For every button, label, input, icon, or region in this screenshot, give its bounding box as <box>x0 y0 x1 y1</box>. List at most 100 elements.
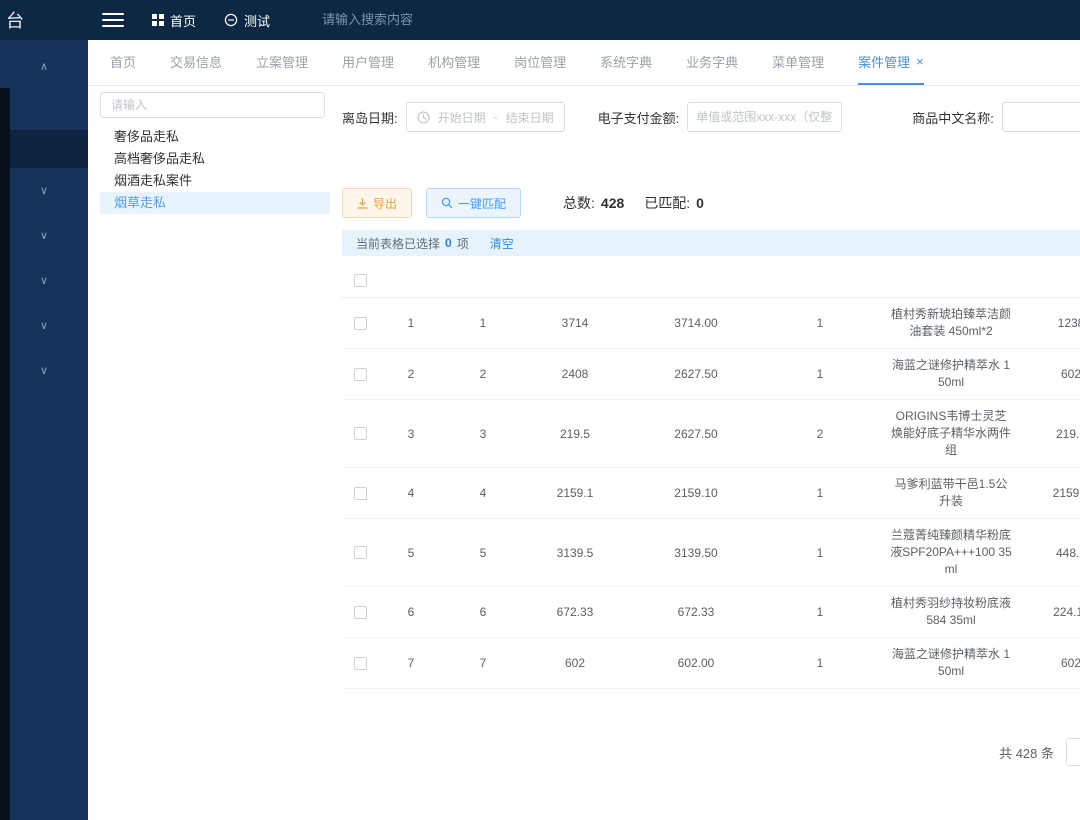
topbar: 台 首页 测试 <box>0 0 1080 40</box>
total-label: 总数: <box>563 193 595 213</box>
cell-code: 4 <box>444 486 522 500</box>
row-checkbox[interactable] <box>354 657 367 670</box>
chevron-down-icon: ∨ <box>40 364 48 377</box>
tree-item[interactable]: 烟草走私 <box>100 192 330 214</box>
pagination: 共 428 条 <box>342 738 1080 766</box>
cell-total-price: 2408 <box>522 367 628 381</box>
tree-item-label: 高档奢侈品走私 <box>114 151 205 166</box>
sidebar-active-item[interactable] <box>0 130 88 168</box>
cell-total-price: 219.5 <box>522 427 628 441</box>
tab[interactable]: 案件管理 × <box>858 40 924 85</box>
tab[interactable]: 立案管理 <box>256 40 308 85</box>
date-end-placeholder[interactable]: 结束日期 <box>506 109 554 126</box>
matched-value: 0 <box>696 195 704 211</box>
topbar-nav-test-label: 测试 <box>244 11 270 30</box>
tree-search-input[interactable] <box>100 92 325 118</box>
export-button[interactable]: 导出 <box>342 188 412 218</box>
payment-amount-input[interactable] <box>687 102 842 132</box>
topbar-nav-home-label: 首页 <box>170 11 196 30</box>
amount-filter-label: 电子支付金额: <box>598 108 680 127</box>
sidebar-group[interactable]: ∨ <box>0 168 88 213</box>
tab[interactable]: 业务字典 <box>686 40 738 85</box>
row-checkbox[interactable] <box>354 606 367 619</box>
table-row[interactable]: 7 7 602 602.00 1 海蓝之谜修护精萃水 150ml 602 <box>342 638 1080 689</box>
topbar-nav-test[interactable]: 测试 <box>224 11 270 30</box>
cell-product-seq: 2 <box>764 427 876 441</box>
table-row[interactable]: 1 1 3714 3714.00 1 植村秀新琥珀臻萃洁颜油套装 450ml*2… <box>342 298 1080 349</box>
tab-label: 菜单管理 <box>772 52 824 71</box>
one-click-match-button[interactable]: 一键匹配 <box>426 188 521 218</box>
cell-payment-amount: 3714.00 <box>628 316 764 330</box>
tab-close-icon[interactable]: × <box>916 54 924 69</box>
row-checkbox[interactable] <box>354 368 367 381</box>
selection-info-bar: 当前表格已选择 0 项 清空 <box>342 230 1080 256</box>
tab[interactable]: 机构管理 <box>428 40 480 85</box>
row-checkbox[interactable] <box>354 546 367 559</box>
tree-item[interactable]: 高档奢侈品走私 <box>100 148 330 170</box>
tab-bar: 首页 交易信息 立案管理 用户管理 机构管理 岗位管理 <box>88 40 1080 86</box>
select-all-checkbox[interactable] <box>354 274 367 287</box>
tree-item-label: 烟草走私 <box>114 195 166 210</box>
table-row[interactable]: 3 3 219.5 2627.50 2 ORIGINS韦博士灵芝焕能好底子精华水… <box>342 400 1080 468</box>
tab-label: 首页 <box>110 52 136 71</box>
cell-unit-price: 219.5 <box>1026 427 1080 441</box>
tab[interactable]: 用户管理 <box>342 40 394 85</box>
product-name-input[interactable] <box>1002 102 1080 132</box>
toolbar: 导出 一键匹配 总数: 428 已匹配: 0 <box>342 188 1080 218</box>
date-start-placeholder[interactable]: 开始日期 <box>438 109 486 126</box>
tab-label: 系统字典 <box>600 52 652 71</box>
tab[interactable]: 系统字典 <box>600 40 652 85</box>
hamburger-menu-icon[interactable] <box>102 13 124 27</box>
table-row[interactable]: 4 4 2159.1 2159.10 1 马爹利蓝带干邑1.5公升装 2159.… <box>342 468 1080 519</box>
matched-label: 已匹配: <box>644 193 690 213</box>
cell-product-seq: 1 <box>764 605 876 619</box>
topbar-search-input[interactable] <box>322 12 502 27</box>
tab-label: 交易信息 <box>170 52 222 71</box>
minus-circle-icon <box>224 13 238 27</box>
table-row[interactable]: 2 2 2408 2627.50 1 海蓝之谜修护精萃水 150ml 602 <box>342 349 1080 400</box>
tab[interactable]: 交易信息 <box>170 40 222 85</box>
table-body: 1 1 3714 3714.00 1 植村秀新琥珀臻萃洁颜油套装 450ml*2… <box>342 298 1080 700</box>
cell-index: 7 <box>378 656 444 670</box>
table-row[interactable]: 5 5 3139.5 3139.50 1 兰蔻菁纯臻颜精华粉底液SPF20PA+… <box>342 519 1080 587</box>
tree-item[interactable]: 奢侈品走私 <box>100 126 330 148</box>
grid-icon <box>152 14 164 26</box>
cell-code: 7 <box>444 656 522 670</box>
sidebar-group[interactable]: ∨ <box>0 303 88 348</box>
sidebar-group[interactable]: ∨ <box>0 348 88 393</box>
topbar-nav-home[interactable]: 首页 <box>152 11 196 30</box>
cell-index: 2 <box>378 367 444 381</box>
cell-product-name: 海蓝之谜修护精萃水 150ml <box>876 638 1026 688</box>
cell-product-seq: 1 <box>764 316 876 330</box>
chevron-down-icon: ∨ <box>40 229 48 242</box>
topbar-search <box>322 11 502 29</box>
row-checkbox[interactable] <box>354 317 367 330</box>
cell-product-name: 植村秀新琥珀臻萃洁颜油套装 450ml*2 <box>876 298 1026 348</box>
table-row[interactable]: 8 8 1604.50 1604.50 1 卡诗菁纯亮泽经典香氛 160.45 <box>342 689 1080 700</box>
selection-count: 0 <box>445 236 452 250</box>
cell-product-name: 植村秀羽纱持妆粉底液 584 35ml <box>876 587 1026 637</box>
sidebar-group[interactable]: ∨ <box>0 213 88 258</box>
tab[interactable]: 岗位管理 <box>514 40 566 85</box>
chevron-down-icon: ∨ <box>40 319 48 332</box>
sidebar-group[interactable]: ∨ <box>0 258 88 303</box>
clear-selection-link[interactable]: 清空 <box>490 235 514 252</box>
tab-label: 用户管理 <box>342 52 394 71</box>
tab[interactable]: 首页 <box>110 40 136 85</box>
tab[interactable]: 菜单管理 <box>772 40 824 85</box>
cell-code: 5 <box>444 546 522 560</box>
date-range-picker[interactable]: 开始日期 - 结束日期 <box>406 102 565 132</box>
cell-product-name: ORIGINS韦博士灵芝焕能好底子精华水两件组 <box>876 400 1026 467</box>
cell-product-seq: 1 <box>764 367 876 381</box>
tree-item[interactable]: 烟酒走私案件 <box>100 170 330 192</box>
row-checkbox[interactable] <box>354 427 367 440</box>
chevron-down-icon: ∨ <box>40 184 48 197</box>
cell-index: 6 <box>378 605 444 619</box>
chevron-up-icon[interactable]: ∧ <box>0 60 88 76</box>
cell-payment-amount: 2159.10 <box>628 486 764 500</box>
row-checkbox[interactable] <box>354 487 367 500</box>
cell-total-price: 602 <box>522 656 628 670</box>
table-row[interactable]: 6 6 672.33 672.33 1 植村秀羽纱持妆粉底液 584 35ml … <box>342 587 1080 638</box>
pagination-control[interactable] <box>1066 738 1080 766</box>
cell-index: 3 <box>378 427 444 441</box>
